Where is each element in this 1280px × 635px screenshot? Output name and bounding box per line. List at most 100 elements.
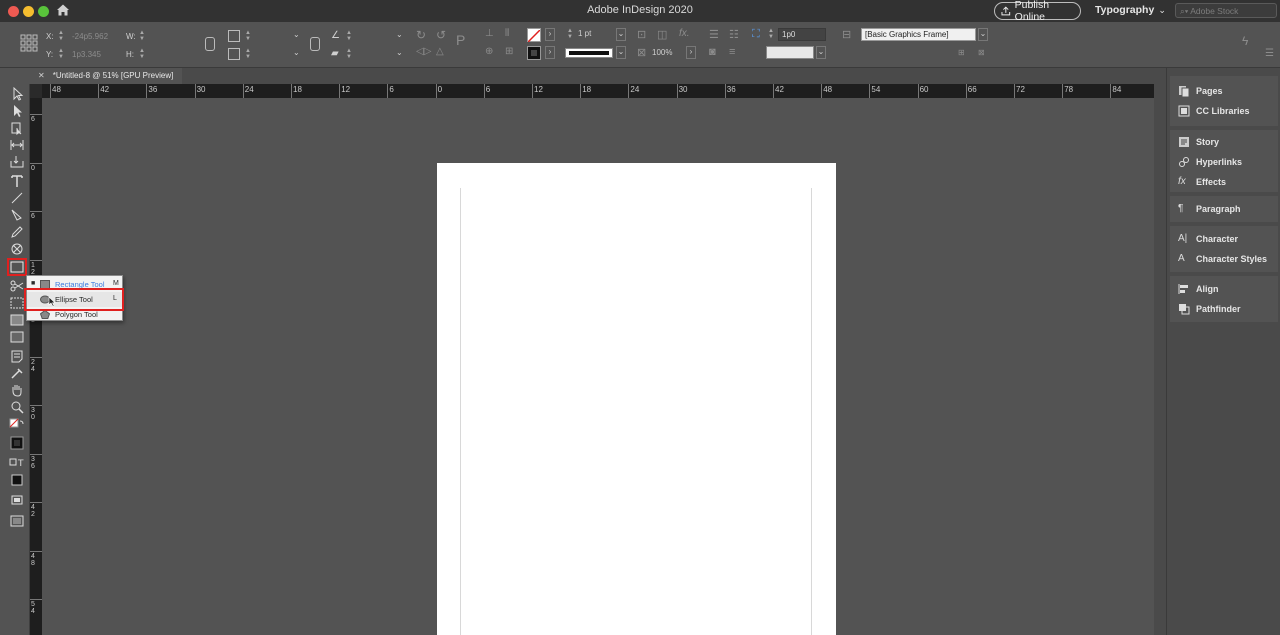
hand-tool[interactable] [9, 383, 25, 397]
free-transform-tool[interactable] [9, 296, 25, 310]
panel-menu-icon[interactable]: ☰ [1265, 48, 1274, 59]
direct-selection-tool[interactable] [9, 104, 25, 118]
rectangle-tool[interactable] [7, 258, 27, 276]
vertical-scrollbar[interactable] [1154, 84, 1166, 635]
corner-shape-select[interactable] [766, 46, 814, 59]
h-stepper[interactable]: ▲ ▼ [139, 48, 145, 60]
vertical-ruler[interactable]: 6061218243036424854 [30, 98, 42, 635]
story-panel-tab[interactable]: Story [1178, 134, 1219, 150]
workspace-switcher[interactable]: Typography ⌄ [1095, 4, 1166, 16]
close-tab-icon[interactable]: ✕ [38, 71, 45, 80]
eyedropper-tool[interactable] [9, 366, 25, 380]
scale-y-dropdown[interactable]: ⌄ [293, 48, 300, 57]
apply-color-icon[interactable] [9, 473, 25, 487]
stroke-swatch[interactable] [527, 46, 541, 60]
pages-panel-tab[interactable]: Pages [1178, 83, 1223, 99]
select-next-icon[interactable]: ⊞ [505, 46, 513, 57]
opacity-value[interactable]: 100% [652, 48, 672, 57]
character-panel-tab[interactable]: A| Character [1178, 231, 1238, 247]
x-value[interactable]: -24p5.962 [72, 32, 108, 41]
default-fill-stroke-icon[interactable] [9, 418, 25, 432]
stock-search-input[interactable]: ⌕▾ Adobe Stock [1175, 3, 1277, 18]
note-tool[interactable] [9, 349, 25, 363]
type-tool[interactable] [9, 174, 25, 188]
constrain-proportions-icon[interactable] [205, 37, 215, 51]
y-stepper[interactable]: ▲ ▼ [58, 48, 64, 60]
stroke-menu-button[interactable]: › [545, 46, 555, 59]
constrain-scale-icon[interactable] [310, 37, 320, 51]
lightning-icon[interactable]: ϟ [1242, 34, 1248, 48]
effects-panel-tab[interactable]: fx Effects [1178, 174, 1226, 190]
gap-tool[interactable] [9, 138, 25, 152]
rotate-dropdown[interactable]: ⌄ [396, 30, 403, 39]
page-tool[interactable] [9, 121, 25, 136]
distribute-icon[interactable]: ⫴ [505, 28, 509, 39]
effects-fx-icon[interactable]: fx. [679, 28, 690, 39]
horizontal-ruler[interactable]: 48 42 36 30 24 18 12 6 0 6 12 18 24 30 36 42 48 54 60 66 72 7… [30, 84, 1154, 98]
gradient-swatch-tool[interactable] [9, 313, 25, 327]
pasteboard[interactable] [42, 98, 1154, 635]
pen-tool[interactable] [9, 208, 25, 222]
shear-dropdown[interactable]: ⌄ [396, 48, 403, 57]
flip-horizontal-icon[interactable]: ◁▷ [416, 46, 431, 57]
jump-object-icon[interactable]: ◙ [709, 46, 716, 58]
scale-x-dropdown[interactable]: ⌄ [293, 30, 300, 39]
y-value[interactable]: 1p3.345 [72, 50, 101, 59]
jump-next-column-icon[interactable]: ≡ [729, 46, 735, 58]
hyperlinks-panel-tab[interactable]: Hyperlinks [1178, 154, 1242, 170]
formatting-container-icon[interactable]: T [9, 456, 25, 470]
screen-mode-icon[interactable] [9, 514, 25, 528]
fill-menu-button[interactable]: › [545, 28, 555, 41]
opacity-menu-button[interactable]: › [686, 46, 696, 59]
rotate-ccw-icon[interactable]: ↺ [436, 28, 446, 42]
rectangle-frame-tool[interactable] [9, 242, 25, 256]
paragraph-panel-tab[interactable]: ¶ Paragraph [1178, 201, 1241, 217]
stroke-type-dropdown[interactable]: ⌄ [616, 46, 626, 59]
object-style-select[interactable]: [Basic Graphics Frame] [861, 28, 976, 41]
corner-size-stepper[interactable]: ▲ ▼ [768, 28, 774, 40]
corner-shape-dropdown[interactable]: ⌄ [816, 46, 826, 59]
stroke-type-select[interactable] [565, 48, 613, 58]
rotate-stepper[interactable]: ▲ ▼ [346, 30, 352, 42]
corner-options-icon[interactable]: ⛶ [752, 28, 760, 41]
fill-swatch[interactable] [527, 28, 541, 43]
stroke-weight-stepper[interactable]: ▲ ▼ [567, 28, 573, 40]
document-page[interactable] [437, 163, 836, 635]
align-panel-tab[interactable]: Align [1178, 281, 1219, 297]
zoom-tool[interactable] [9, 400, 25, 414]
stroke-weight-value[interactable]: 1 pt [578, 29, 591, 38]
object-style-dropdown[interactable]: ⌄ [978, 28, 988, 41]
view-mode-icon[interactable] [9, 493, 25, 507]
character-styles-panel-tab[interactable]: A Character Styles [1178, 251, 1267, 267]
flip-vertical-icon[interactable]: △ [436, 46, 444, 57]
selection-tool[interactable] [9, 86, 25, 101]
fit-frame-icon[interactable]: ⊡ [637, 28, 646, 41]
fill-stroke-swatch[interactable] [9, 436, 25, 450]
document-tab[interactable]: ✕ *Untitled-8 @ 51% [GPU Preview] [30, 68, 182, 84]
rotate-cw-icon[interactable]: ↻ [416, 28, 426, 42]
content-collector-tool[interactable] [9, 155, 25, 169]
gradient-feather-tool[interactable] [9, 330, 25, 344]
shear-stepper[interactable]: ▲ ▼ [346, 48, 352, 60]
pathfinder-panel-tab[interactable]: Pathfinder [1178, 301, 1241, 317]
corner-size-field[interactable]: 1p0 [778, 28, 826, 41]
w-stepper[interactable]: ▲ ▼ [139, 30, 145, 42]
cc-libraries-panel-tab[interactable]: CC Libraries [1178, 103, 1250, 119]
select-previous-icon[interactable]: ⊕ [485, 46, 493, 57]
pencil-tool[interactable] [9, 225, 25, 239]
clear-overrides-icon[interactable]: ⊞ [958, 48, 965, 57]
stroke-weight-dropdown[interactable]: ⌄ [616, 28, 626, 41]
x-stepper[interactable]: ▲ ▼ [58, 30, 64, 42]
ruler-origin[interactable] [30, 84, 42, 98]
publish-online-button[interactable]: Publish Online [994, 0, 1081, 23]
wrap-around-shape-icon[interactable]: ☷ [729, 28, 739, 41]
scale-x-stepper[interactable]: ▲ ▼ [245, 30, 251, 42]
scale-y-stepper[interactable]: ▲ ▼ [245, 48, 251, 60]
wrap-around-bounding-icon[interactable]: ☰ [709, 28, 719, 41]
drop-shadow-icon[interactable]: ◫ [657, 28, 667, 41]
line-tool[interactable] [9, 191, 25, 205]
scissors-tool[interactable] [9, 279, 25, 293]
style-options-icon[interactable]: ⊠ [978, 48, 985, 57]
reference-point-icon[interactable] [20, 34, 38, 52]
select-container-icon[interactable]: ⊥ [485, 28, 494, 39]
